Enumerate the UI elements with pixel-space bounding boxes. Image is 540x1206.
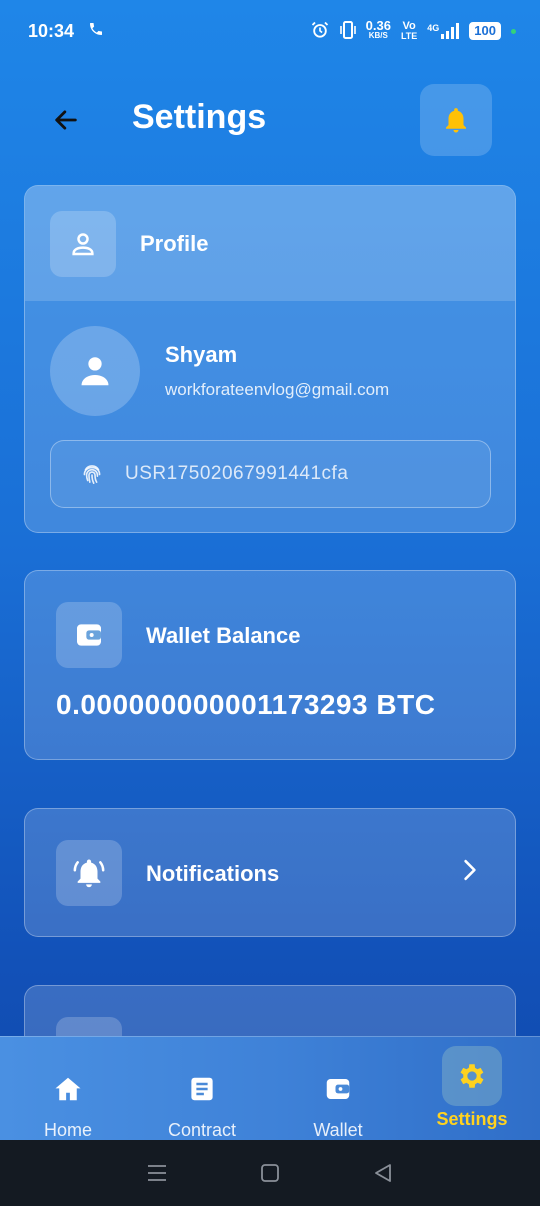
nav-settings[interactable]: Settings <box>412 1037 532 1141</box>
volte-bottom: LTE <box>400 31 418 41</box>
menu-icon[interactable] <box>146 1163 168 1183</box>
volte-indicator: Vo LTE <box>400 20 418 42</box>
nav-settings-label: Settings <box>436 1109 508 1129</box>
back-button[interactable] <box>48 102 84 138</box>
nav-contract-icon-wrap <box>172 1059 232 1118</box>
profile-card: Profile Shyam workforateenvlog@gmail.com… <box>24 185 516 533</box>
notifications-card[interactable]: Notifications <box>24 808 516 937</box>
home-icon <box>55 1077 81 1100</box>
document-icon <box>191 1077 213 1100</box>
phone-call-icon <box>88 21 104 42</box>
privacy-dot <box>511 28 516 34</box>
bell-ringing-icon <box>73 859 105 888</box>
battery-indicator: 100 <box>469 22 501 40</box>
wallet-balance-value: 0.000000000001173293 BTC <box>56 689 436 720</box>
status-bar: 10:34 0.36 KB/S Vo LTE 4G 100 <box>0 0 540 62</box>
person-icon <box>81 357 109 386</box>
volte-top: Vo <box>402 20 416 32</box>
bell-icon <box>446 108 466 133</box>
nav-home[interactable]: Home <box>8 1037 128 1141</box>
page-title: Settings <box>132 98 267 136</box>
speed-value: 0.36 <box>365 18 391 33</box>
gear-icon <box>460 1064 484 1088</box>
alarm-icon <box>310 20 330 43</box>
person-outline-icon <box>72 233 94 256</box>
header: Settings <box>0 84 540 156</box>
nav-wallet[interactable]: Wallet <box>278 1037 398 1141</box>
status-time: 10:34 <box>28 20 75 41</box>
signal-strength: 4G <box>427 23 460 39</box>
nav-home-label: Home <box>43 1120 92 1140</box>
wallet-icon <box>326 1078 350 1099</box>
notifications-icon-tile <box>56 840 122 906</box>
profile-header: Profile <box>25 186 515 301</box>
nav-wallet-label: Wallet <box>313 1120 363 1140</box>
nav-wallet-icon-wrap <box>308 1059 368 1118</box>
chevron-right-icon <box>464 859 476 881</box>
vibrate-icon <box>339 20 356 43</box>
network-type: 4G <box>427 23 440 33</box>
network-speed: 0.36 KB/S <box>365 18 391 41</box>
system-navigation-bar <box>0 1140 540 1206</box>
arrow-left-icon <box>55 110 77 130</box>
nav-settings-icon-wrap <box>442 1046 502 1106</box>
user-name: Shyam <box>165 342 238 367</box>
notifications-button[interactable] <box>420 84 492 156</box>
profile-section-title: Profile <box>140 231 209 256</box>
nav-contract[interactable]: Contract <box>142 1037 262 1141</box>
bottom-navigation: Home Contract Wallet Settings <box>0 1036 540 1140</box>
notifications-title: Notifications <box>146 861 280 886</box>
user-email: workforateenvlog@gmail.com <box>165 380 390 399</box>
avatar[interactable] <box>50 326 140 416</box>
back-triangle-icon[interactable] <box>372 1162 394 1184</box>
nav-contract-label: Contract <box>167 1120 237 1140</box>
speed-unit: KB/S <box>368 31 388 40</box>
profile-icon-tile <box>50 211 116 277</box>
wallet-icon <box>77 624 101 646</box>
fingerprint-icon <box>83 465 101 485</box>
home-square-icon[interactable] <box>259 1162 281 1184</box>
user-id-field[interactable]: USR17502067991441cfa <box>50 440 491 508</box>
wallet-balance-card[interactable]: Wallet Balance 0.000000000001173293 BTC <box>24 570 516 760</box>
wallet-balance-title: Wallet Balance <box>146 623 301 648</box>
user-id-text: USR17502067991441cfa <box>125 463 349 484</box>
nav-home-icon-wrap <box>38 1059 98 1118</box>
wallet-icon-tile <box>56 602 122 668</box>
signal-bars-icon <box>441 23 460 39</box>
